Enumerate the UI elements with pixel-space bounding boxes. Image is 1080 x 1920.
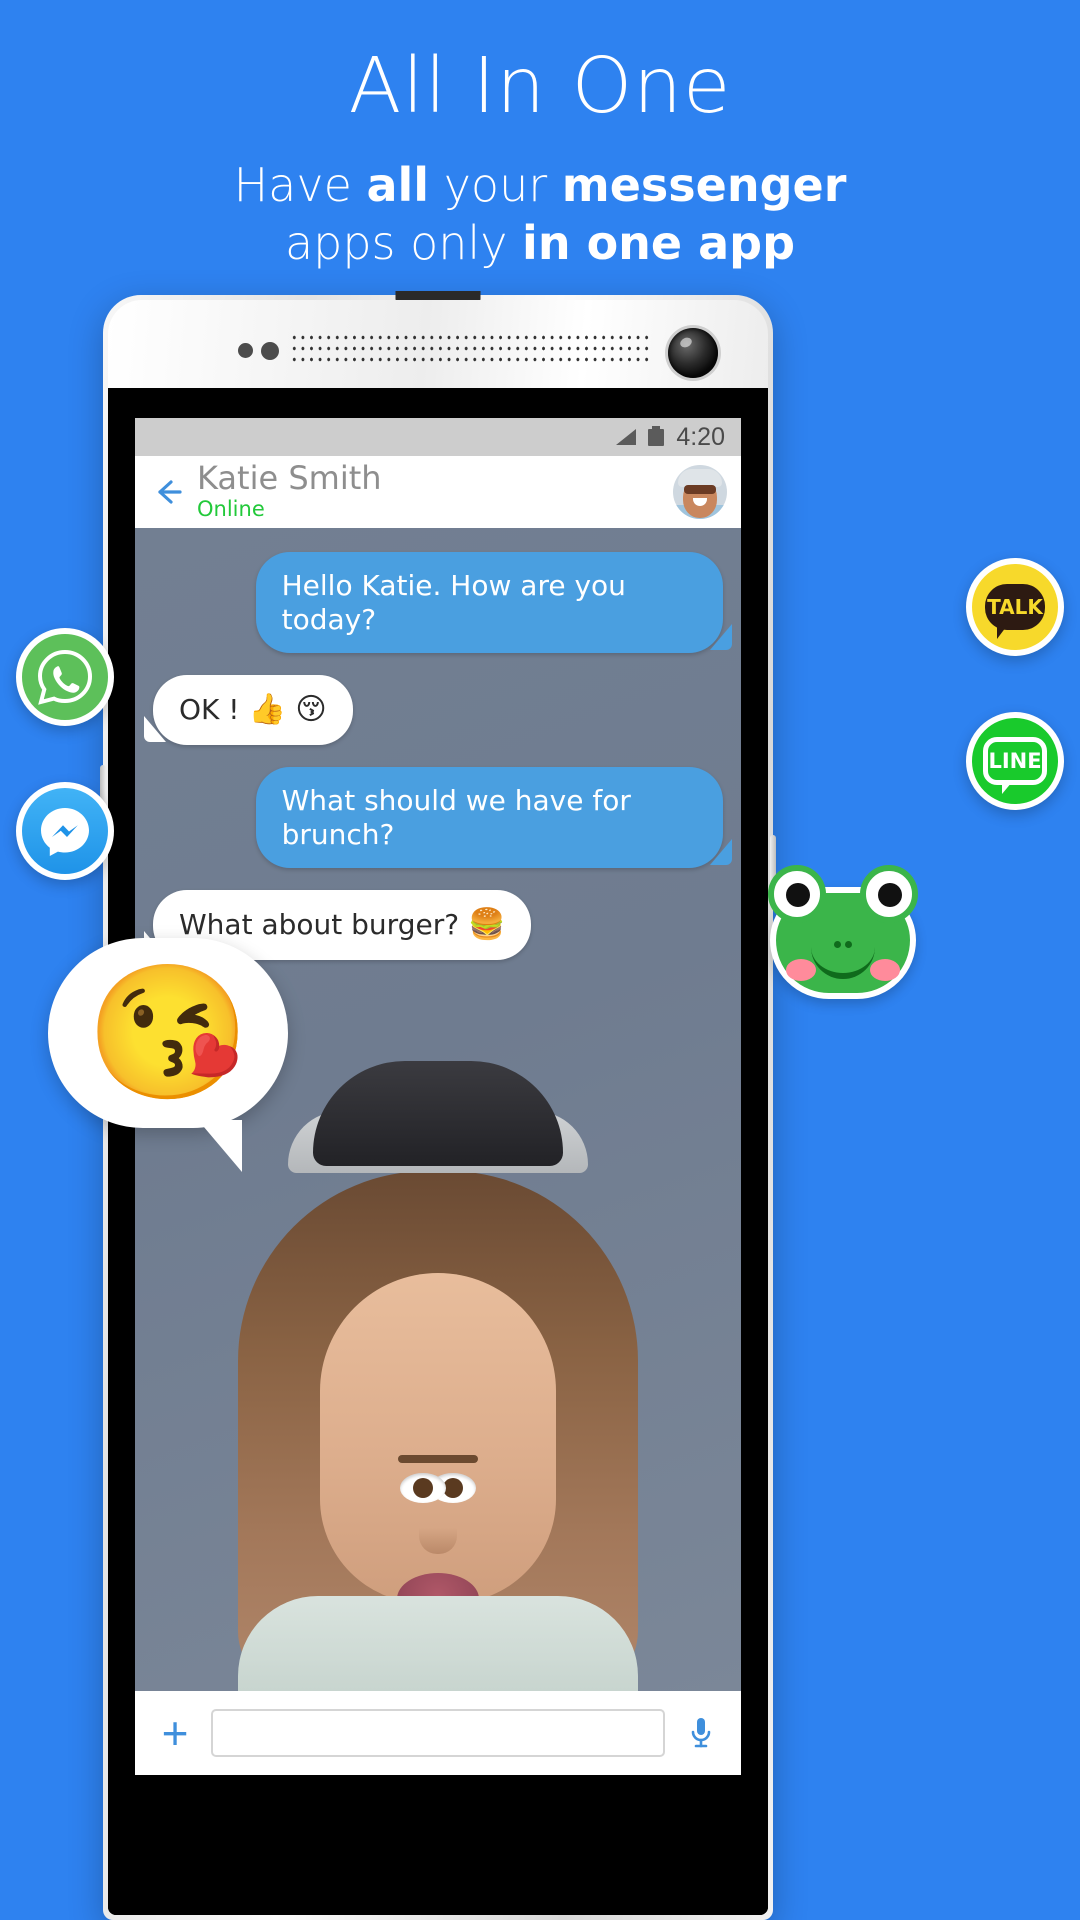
contact-name: Katie Smith [197, 459, 382, 498]
frog-cheek-left [786, 959, 816, 981]
earpiece-speaker-grille [290, 332, 650, 366]
frog-cheek-right [870, 959, 900, 981]
frog-mouth [811, 945, 875, 979]
frog-sticker[interactable] [764, 865, 922, 1005]
chat-contact-info[interactable]: Katie Smith Online [197, 462, 673, 522]
back-arrow-icon[interactable] [149, 472, 189, 512]
microphone-icon[interactable] [681, 1713, 721, 1753]
kakaotalk-label: TALK [987, 595, 1043, 619]
message-text: What should we have for brunch? [281, 784, 631, 851]
message-text: OK ! [179, 693, 240, 727]
emoji-sticker-bubble[interactable]: 😘 [48, 938, 288, 1172]
line-label: LINE [988, 749, 1042, 773]
message-emoji: 🍔 [467, 907, 506, 943]
kakao-bubble-icon: TALK [985, 584, 1045, 639]
phone-bezel-top [108, 300, 768, 388]
kissing-face-emoji: 😘 [85, 959, 251, 1106]
message-row: What should we have for brunch? [153, 767, 733, 869]
message-bubble-outgoing[interactable]: Hello Katie. How are you today? [255, 552, 733, 654]
status-badge: Online [197, 496, 265, 521]
kakaotalk-icon[interactable]: TALK [966, 558, 1064, 656]
whatsapp-icon[interactable] [16, 628, 114, 726]
line-icon[interactable]: LINE [966, 712, 1064, 810]
proximity-sensor-icon [238, 343, 253, 358]
page-title: All In One [348, 42, 732, 131]
subtitle-line-2: apps only in one app [284, 215, 796, 270]
message-text: What about burger? [179, 908, 460, 942]
add-attachment-button[interactable]: + [155, 1710, 195, 1756]
promo-subtitle: Have all your messenger apps only in one… [0, 125, 1080, 272]
status-bar-time: 4:20 [676, 422, 725, 451]
avatar-sunglasses [684, 485, 716, 494]
frog-eye-left [768, 865, 826, 923]
message-emoji: 👍 😚 [248, 692, 327, 728]
message-bubble-outgoing[interactable]: What should we have for brunch? [255, 767, 733, 869]
message-row: OK ! 👍 😚 [144, 675, 723, 746]
messenger-icon[interactable] [16, 782, 114, 880]
line-bubble-icon: LINE [983, 737, 1047, 794]
signal-bars-icon [616, 429, 637, 445]
message-row: Hello Katie. How are you today? [153, 552, 733, 654]
front-camera-icon [668, 328, 718, 378]
battery-icon [648, 425, 665, 446]
message-input-bar: + [135, 1691, 741, 1775]
promo-headline: All In One Have all your messenger apps … [0, 0, 1080, 272]
frog-eye-right [860, 865, 918, 923]
message-input[interactable] [211, 1709, 665, 1757]
phone-bottom-chin [108, 1775, 768, 1915]
subtitle-line-1: Have all your messenger [233, 158, 847, 212]
light-sensor-icon [261, 342, 279, 360]
avatar[interactable] [673, 465, 727, 519]
message-text: Hello Katie. How are you today? [281, 569, 626, 636]
status-bar: 4:20 [135, 418, 741, 456]
message-bubble-incoming[interactable]: OK ! 👍 😚 [144, 675, 353, 746]
chat-header: Katie Smith Online [135, 456, 741, 528]
